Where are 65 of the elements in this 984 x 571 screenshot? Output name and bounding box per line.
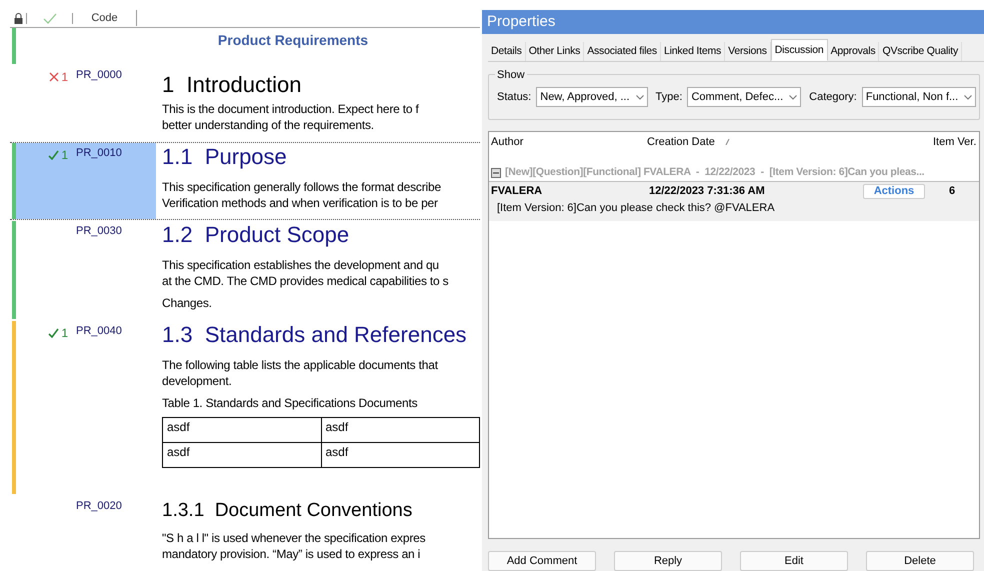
tab[interactable]: Details <box>488 42 526 61</box>
section-heading: 1 Introduction <box>162 71 302 99</box>
actions-button[interactable]: Actions <box>863 184 925 198</box>
comment-author: FVALERA <box>490 184 544 199</box>
column-header[interactable]: Code <box>73 10 137 26</box>
panel-button[interactable]: Reply <box>614 551 722 571</box>
paragraph: This specification generally follows the format describe Verification methods and when verification is to be per <box>162 179 442 211</box>
tab[interactable]: Discussion <box>770 39 828 61</box>
item-code[interactable]: PR_0030 <box>76 223 122 240</box>
sort-icon <box>724 139 730 145</box>
item-code[interactable]: PR_0040 <box>76 323 122 340</box>
tab[interactable]: QVscribe Quality <box>879 42 962 61</box>
table-cell: asdf <box>162 418 321 442</box>
selected-row[interactable]: 1 PR_0010 1.1 Purpose This specification generally follows the format describe Verification methods and when verification is to be per <box>10 142 480 220</box>
table-cell: asdf <box>321 418 480 442</box>
status-mark: 1 <box>48 146 68 164</box>
panel-button[interactable]: Edit <box>740 551 848 571</box>
filter-dropdown[interactable]: Comment, Defec... <box>687 87 802 107</box>
item-version: 6 <box>948 184 956 199</box>
check-icon <box>48 150 60 160</box>
filter-label: Status: <box>497 90 532 105</box>
collapse-icon[interactable] <box>491 168 501 178</box>
column-header[interactable]: Author <box>489 134 647 150</box>
item-code[interactable]: PR_0020 <box>76 498 122 514</box>
check-icon <box>48 328 60 338</box>
table-cell: asdf <box>321 442 480 468</box>
status-bar <box>12 28 16 64</box>
tab[interactable]: Approvals <box>828 42 880 61</box>
tab[interactable]: Associated files <box>584 42 661 61</box>
tab[interactable]: Linked Items <box>660 42 726 61</box>
item-code[interactable]: PR_0010 <box>76 145 122 162</box>
group-header: [New][Question][Functional] FVALERA - 12/22/2023 - [Item Version: 6]Can you pleas... <box>505 164 924 180</box>
panel-title: Properties <box>482 10 984 34</box>
section-heading: 1.1 Purpose <box>162 143 288 171</box>
chevron-down-icon <box>789 94 798 100</box>
chevron-down-icon <box>636 94 644 100</box>
document-title: Product Requirements <box>216 30 370 50</box>
comment-date: 12/22/2023 7:31:36 AM <box>649 184 766 199</box>
column-header[interactable]: Item Ver. <box>933 134 979 150</box>
item-code[interactable]: PR_0000 <box>76 67 122 84</box>
comment-text: [Item Version: 6]Can you please check this? @FVALERA <box>496 201 776 216</box>
column-header[interactable]: Creation Date <box>647 134 715 150</box>
paragraph: This specification establishes the development and qu at the CMD. The CMD provides medical capabilities to s <box>162 257 450 289</box>
paragraph: Table 1. Standards and Specifications Documents <box>162 395 418 411</box>
panel-button[interactable]: Delete <box>866 551 974 571</box>
paragraph: "S h a l l" is used whenever the specification expres mandatory provision. “May” is used to express an i <box>162 530 426 562</box>
check-icon <box>42 12 56 24</box>
tab[interactable]: Other Links <box>526 42 584 61</box>
paragraph: Changes. <box>162 295 213 311</box>
lock-icon <box>14 12 22 24</box>
filter-dropdown[interactable]: Functional, Non f... <box>862 87 976 107</box>
section-heading: 1.3 Standards and References <box>162 321 468 349</box>
paragraph: The following table lists the applicable documents that development. <box>162 357 439 389</box>
panel-button[interactable]: Add Comment <box>488 551 596 571</box>
section-heading: 1.3.1 Document Conventions <box>162 499 414 523</box>
status-mark: 1 <box>49 68 68 86</box>
filter-label: Type: <box>656 90 682 105</box>
chevron-down-icon <box>964 94 972 100</box>
filter-dropdown[interactable]: New, Approved, ... <box>536 87 648 107</box>
table-cell: asdf <box>162 442 321 468</box>
cross-icon <box>49 72 60 82</box>
paragraph: This is the document introduction. Expect here to f better understanding of the requirements. <box>162 101 420 133</box>
section-heading: 1.2 Product Scope <box>162 221 350 249</box>
status-mark: 1 <box>48 324 68 342</box>
filter-label: Category: <box>809 90 857 105</box>
